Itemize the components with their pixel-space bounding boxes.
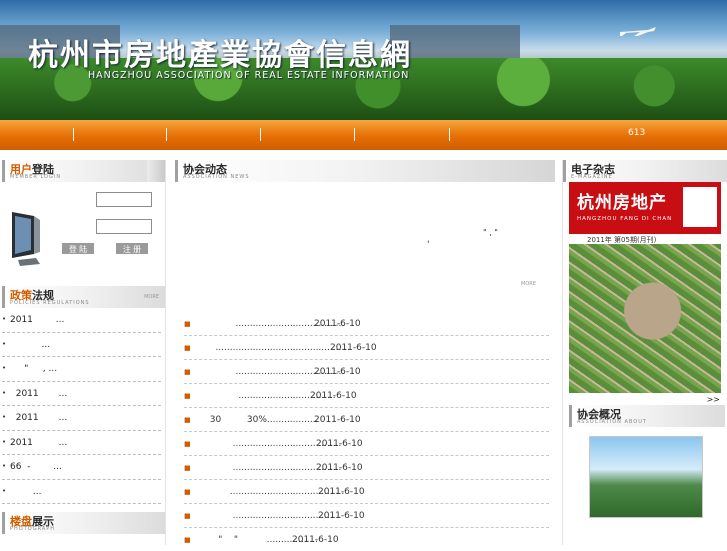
policies-header: 政策法规 POLICIES REGULATIONS MORE	[2, 286, 165, 308]
login-title-en: MEMBER LOGIN	[10, 174, 62, 180]
news-item[interactable]: ■ ......................................…	[184, 315, 549, 336]
password-input[interactable]	[96, 219, 152, 234]
list-item[interactable]: • 2011 ...	[2, 406, 161, 431]
list-item[interactable]: • 2011 ...	[2, 308, 161, 333]
news-title-en: ASSOCIATION NEWS	[183, 174, 250, 180]
register-button[interactable]: 注 册	[116, 243, 148, 254]
bullet-icon: •	[2, 413, 7, 421]
bullet-icon: •	[2, 462, 7, 470]
right-column: 电子杂志 E-MAGAZINE 杭州房地产 HANGZHOU FANG DI C…	[562, 160, 727, 545]
news-item[interactable]: ■ ......................................…	[184, 435, 549, 456]
magazine-title-en: E-MAGAZINE	[571, 174, 613, 180]
airplane-icon	[620, 27, 656, 36]
news-header: 协会动态 ASSOCIATION NEWS	[175, 160, 555, 182]
magazine-cover-pinyin: HANGZHOU FANG DI CHAN	[577, 216, 673, 222]
bullet-icon: •	[2, 364, 7, 372]
policies-list: • 2011 ... • ... • " , ... • 2011 ... • 2…	[2, 308, 165, 504]
news-item[interactable]: ■ ......................................…	[184, 339, 549, 360]
bullet-icon: ■	[184, 536, 191, 544]
magazine-header: 电子杂志 E-MAGAZINE	[563, 160, 727, 182]
policies-more-link[interactable]: MORE	[144, 294, 159, 300]
site-title: 杭州市房地產業協會信息網	[28, 38, 412, 73]
about-header: 协会概况 ASSOCIATION ABOUT	[569, 405, 725, 427]
news-comma: '	[427, 240, 430, 250]
bullet-icon: ■	[184, 320, 191, 328]
about-title-en: ASSOCIATION ABOUT	[577, 419, 647, 425]
site-subtitle: HANGZHOU ASSOCIATION OF REAL ESTATE INFO…	[88, 70, 410, 81]
magazine-cover[interactable]: 杭州房地产 HANGZHOU FANG DI CHAN	[569, 182, 721, 234]
magazine-more-link[interactable]: >>	[707, 395, 720, 404]
list-item[interactable]: • " , ...	[2, 357, 161, 382]
login-panel	[2, 182, 165, 270]
computer-monitor-icon	[12, 212, 40, 266]
username-input[interactable]	[96, 192, 152, 207]
news-item[interactable]: ■ ......................................…	[184, 483, 549, 504]
bullet-icon: ■	[184, 512, 191, 520]
center-column: 协会动态 ASSOCIATION NEWS " , " ' MORE ■ ...…	[175, 160, 555, 545]
list-item[interactable]: • 66 - ...	[2, 455, 161, 480]
bullet-icon: ■	[184, 464, 191, 472]
header-banner: 杭州市房地產業協會信息網 HANGZHOU ASSOCIATION OF REA…	[0, 0, 727, 120]
bullet-icon: ■	[184, 392, 191, 400]
list-item[interactable]: • 2011 ...	[2, 431, 161, 455]
list-item[interactable]: • ...	[2, 480, 161, 504]
bullet-icon: •	[2, 339, 7, 348]
news-more-link[interactable]: MORE	[521, 281, 536, 287]
bullet-icon: ■	[184, 416, 191, 424]
main-nav: 613	[0, 120, 727, 150]
policies-title-en: POLICIES REGULATIONS	[10, 300, 90, 306]
nav-separator	[449, 128, 450, 141]
list-item[interactable]: • ...	[2, 333, 161, 357]
left-column: 用户登陆 MEMBER LOGIN 政策法规 POLICIES REGULATI…	[2, 160, 166, 545]
bullet-icon: ■	[184, 440, 191, 448]
list-item[interactable]: • 2011 ...	[2, 382, 161, 406]
news-item[interactable]: ■ ......................................…	[184, 363, 549, 384]
news-item[interactable]: ■ 30 30%.................. 2011-6-10	[184, 411, 549, 432]
news-item[interactable]: ■ ......................................…	[184, 507, 549, 528]
magazine-cover-title: 杭州房地产	[577, 193, 667, 213]
bullet-icon: ■	[184, 368, 191, 376]
nav-visitor-count: 613	[628, 128, 646, 138]
photo-header: 楼盘展示 PHOTOGRAPH	[2, 512, 165, 534]
bullet-icon: •	[2, 315, 7, 323]
news-item[interactable]: ■ .................................. 2011…	[184, 387, 549, 408]
photo-title-en: PHOTOGRAPH	[10, 526, 56, 532]
news-quote-marks: " , "	[483, 228, 498, 237]
magazine-aerial-image[interactable]	[569, 244, 721, 393]
bullet-icon: •	[2, 388, 7, 397]
bullet-icon: ■	[184, 344, 191, 352]
nav-separator	[73, 128, 74, 141]
association-building-image[interactable]	[589, 436, 703, 518]
bullet-icon: ■	[184, 488, 191, 496]
nav-separator	[166, 128, 167, 141]
login-header: 用户登陆 MEMBER LOGIN	[2, 160, 165, 182]
bullet-icon: •	[2, 437, 7, 446]
news-item[interactable]: ■ " " .................. 2011-6-10	[184, 531, 549, 551]
login-button[interactable]: 登 陆	[62, 243, 94, 254]
news-item[interactable]: ■ ......................................…	[184, 459, 549, 480]
bullet-icon: •	[2, 486, 7, 495]
nav-separator	[260, 128, 261, 141]
magazine-logo-icon	[683, 187, 717, 227]
nav-separator	[354, 128, 355, 141]
